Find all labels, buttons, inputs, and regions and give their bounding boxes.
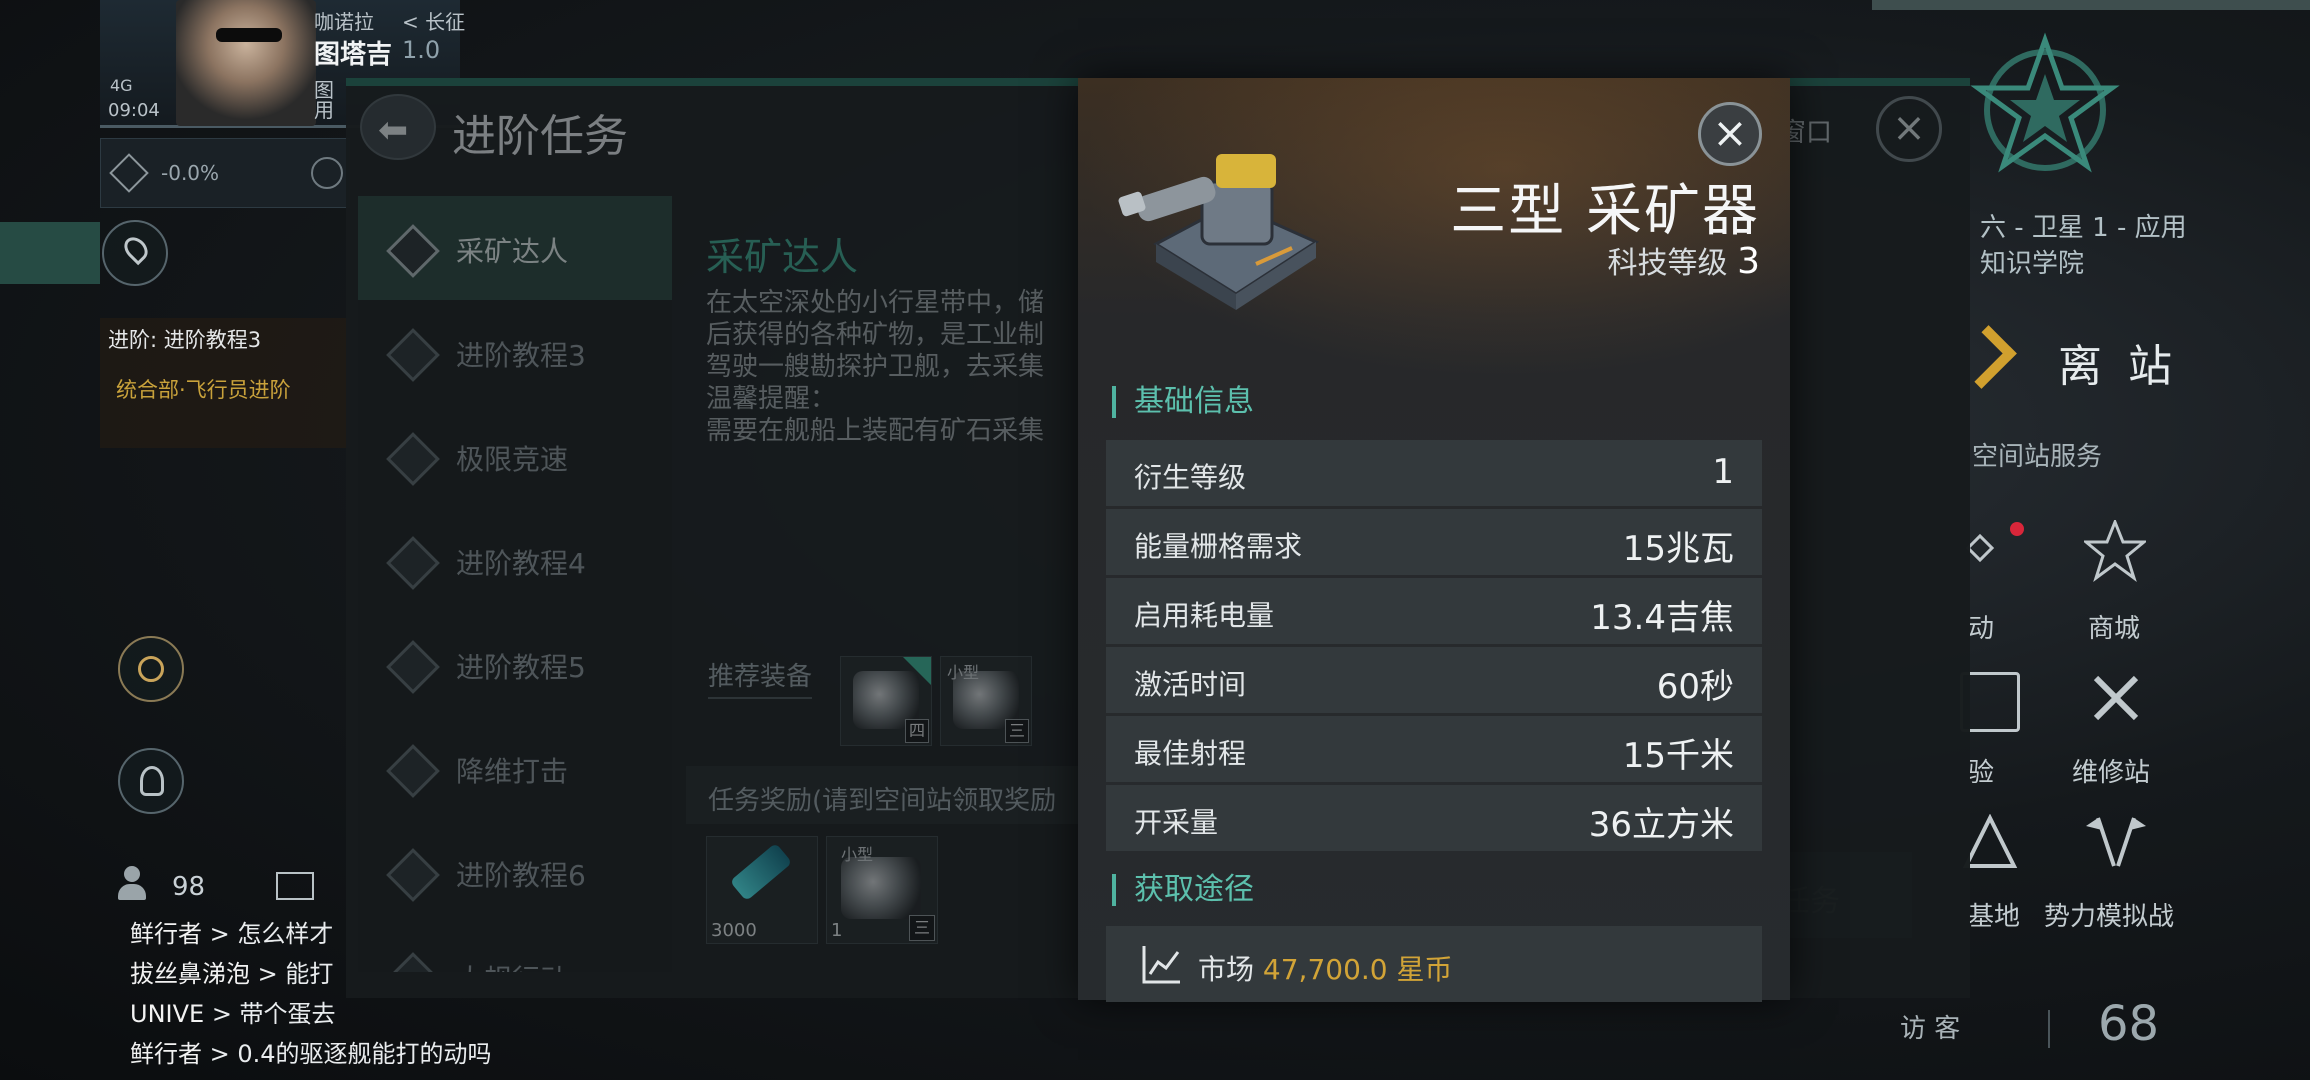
clock: 09:04 [108, 100, 160, 121]
mail-icon[interactable] [276, 872, 314, 900]
acquisition-header: 获取途径 [1112, 874, 1254, 906]
target-icon [138, 656, 164, 682]
balance-change: -0.0% [161, 161, 220, 185]
layers-icon [109, 153, 149, 193]
chat-message[interactable]: 鲜行者 > 怎么样才 [130, 914, 333, 949]
target-button[interactable] [118, 636, 184, 702]
status-row: -0.0% [100, 138, 350, 208]
friends-icon[interactable] [116, 866, 150, 902]
stat-row: 激活时间 60秒 [1106, 647, 1762, 713]
signal-indicator: 4G [110, 76, 133, 95]
close-icon: × [1712, 108, 1748, 157]
visitor-label: 访 客 [1900, 1014, 1961, 1044]
stat-row: 能量栅格需求 15兆瓦 [1106, 509, 1762, 575]
repair-icon[interactable] [2086, 668, 2146, 728]
base-icon[interactable] [1962, 813, 2018, 870]
history-icon[interactable] [311, 157, 343, 189]
event-icon[interactable] [1964, 522, 2024, 582]
service-label: 动 [1968, 614, 1995, 644]
player-avatar[interactable] [176, 0, 316, 126]
stat-row: 开采量 36立方米 [1106, 785, 1762, 851]
chat-message[interactable]: UNIVE > 带个蛋去 [130, 994, 336, 1029]
corp-name: 咖诺拉 [314, 10, 374, 34]
faction-emblem-icon [1970, 32, 2120, 173]
divider [2048, 1010, 2050, 1048]
popup-close-button[interactable]: × [1698, 102, 1762, 166]
service-label: 验 [1968, 758, 1995, 788]
item-tech-level: 科技等级 3 [1607, 241, 1760, 282]
service-label: 商城 [2088, 614, 2141, 644]
friends-count: 98 [172, 872, 206, 902]
service-label: 势力模拟战 [2044, 902, 2175, 932]
location-button[interactable] [102, 220, 168, 286]
headset-icon [140, 766, 164, 796]
mining-laser-image [1118, 154, 1320, 310]
market-label: 市场 47,700.0 星币 [1198, 953, 1453, 986]
service-label: 维修站 [2072, 758, 2151, 788]
stats-table: 衍生等级 1 能量栅格需求 15兆瓦 启用耗电量 13.4吉焦 激活时间 60秒 最佳射… [1106, 440, 1762, 854]
location-pin-icon [119, 232, 153, 266]
market-chart-icon [1142, 946, 1180, 984]
chat-message[interactable]: 拔丝鼻涕泡 > 能打 [130, 954, 333, 989]
market-price: 47,700.0 星币 [1262, 953, 1453, 986]
flags-icon[interactable] [2084, 812, 2148, 868]
chat-message[interactable]: 鲜行者 > 0.4的驱逐舰能打的动吗 [130, 1034, 492, 1069]
stat-row: 衍生等级 1 [1106, 440, 1762, 506]
item-name: 三型 采矿器 [1450, 179, 1760, 244]
fleet-tag: < 长征 [402, 10, 466, 34]
tracked-task-subtitle: 统合部·飞行员进阶 [116, 378, 291, 402]
right-top-bar [1872, 0, 2310, 10]
stat-row: 最佳射程 15千米 [1106, 716, 1762, 782]
side-tab[interactable] [0, 222, 100, 284]
basic-info-header: 基础信息 [1112, 386, 1254, 418]
security-status: 1.0 [402, 36, 441, 64]
visitor-count: 68 [2098, 996, 2160, 1052]
tracked-task-panel[interactable]: 进阶: 进阶教程3 统合部·飞行员进阶 [100, 318, 350, 448]
support-button[interactable] [118, 748, 184, 814]
market-source-row[interactable]: 市场 47,700.0 星币 [1106, 926, 1762, 1002]
cut-label: 图 用 [314, 80, 334, 122]
station-location: 六 - 卫星 1 - 应用 知识学院 [1980, 213, 2187, 279]
service-label: 基地 [1968, 902, 2021, 932]
undock-button[interactable]: 离 站 [2058, 330, 2178, 394]
tracked-task-title: 进阶: 进阶教程3 [108, 328, 262, 352]
player-name: 图塔吉 [314, 40, 393, 70]
stat-row: 启用耗电量 13.4吉焦 [1106, 578, 1762, 644]
station-services-title: 空间站服务 [1972, 442, 2103, 472]
shop-icon[interactable] [2081, 517, 2149, 582]
